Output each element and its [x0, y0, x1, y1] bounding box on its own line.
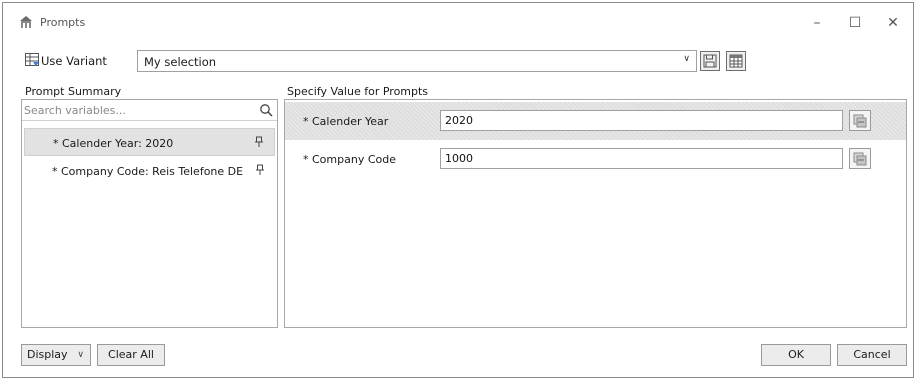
save-icon	[703, 54, 717, 68]
title-bar: Prompts – ☐ ✕	[3, 3, 913, 41]
use-variant-label: Use Variant	[41, 54, 107, 68]
prompts-dialog: Prompts – ☐ ✕ Use Variant My selection ∨	[2, 2, 914, 378]
prompt-value-row[interactable]: * Calender Year	[285, 102, 906, 140]
prompt-summary-item[interactable]: * Calender Year: 2020	[24, 128, 275, 156]
prompts-app-icon	[20, 16, 32, 28]
prompt-summary-item-label: * Company Code: Reis Telefone DE	[52, 165, 244, 178]
display-dropdown-button[interactable]: Display ∨	[21, 344, 91, 366]
company-code-input[interactable]	[440, 148, 843, 169]
minimize-button[interactable]: –	[803, 12, 831, 34]
search-box	[22, 100, 277, 121]
maximize-button[interactable]: ☐	[841, 12, 869, 34]
display-button-label: Display	[27, 348, 68, 361]
specify-values-heading: Specify Value for Prompts	[287, 85, 429, 98]
cancel-button[interactable]: Cancel	[837, 344, 907, 366]
table-icon	[729, 54, 743, 68]
prompt-summary-panel: * Calender Year: 2020 * Company Code: Re…	[21, 99, 278, 328]
chevron-down-icon: ∨	[683, 54, 690, 64]
clear-all-button[interactable]: Clear All	[97, 344, 165, 366]
prompt-value-row[interactable]: * Company Code	[285, 140, 906, 178]
prompt-summary-item-label: * Calender Year: 2020	[53, 137, 174, 150]
chevron-down-icon: ∨	[77, 350, 84, 360]
prompt-summary-heading: Prompt Summary	[25, 85, 122, 98]
variant-row: Use Variant My selection ∨	[3, 48, 913, 74]
save-variant-button[interactable]	[700, 51, 720, 71]
value-help-button[interactable]	[849, 110, 871, 131]
window-title: Prompts	[40, 16, 86, 29]
specify-values-panel: * Calender Year * Company Code	[284, 99, 907, 328]
variant-dropdown[interactable]: My selection ∨	[137, 50, 697, 72]
manage-variants-button[interactable]	[726, 51, 746, 71]
value-help-icon	[853, 152, 867, 166]
search-icon[interactable]	[259, 103, 273, 117]
pin-icon[interactable]	[254, 136, 264, 148]
pin-icon[interactable]	[255, 164, 265, 176]
search-input[interactable]	[22, 100, 252, 120]
value-help-button[interactable]	[849, 148, 871, 169]
ok-button[interactable]: OK	[761, 344, 831, 366]
prompt-summary-item[interactable]: * Company Code: Reis Telefone DE	[24, 157, 275, 185]
variant-icon	[25, 53, 39, 66]
close-button[interactable]: ✕	[879, 12, 907, 34]
prompt-value-label: * Company Code	[303, 153, 396, 166]
value-help-icon	[853, 114, 867, 128]
variant-selected-value: My selection	[144, 55, 217, 69]
calender-year-input[interactable]	[440, 110, 843, 131]
prompt-value-label: * Calender Year	[303, 115, 389, 128]
